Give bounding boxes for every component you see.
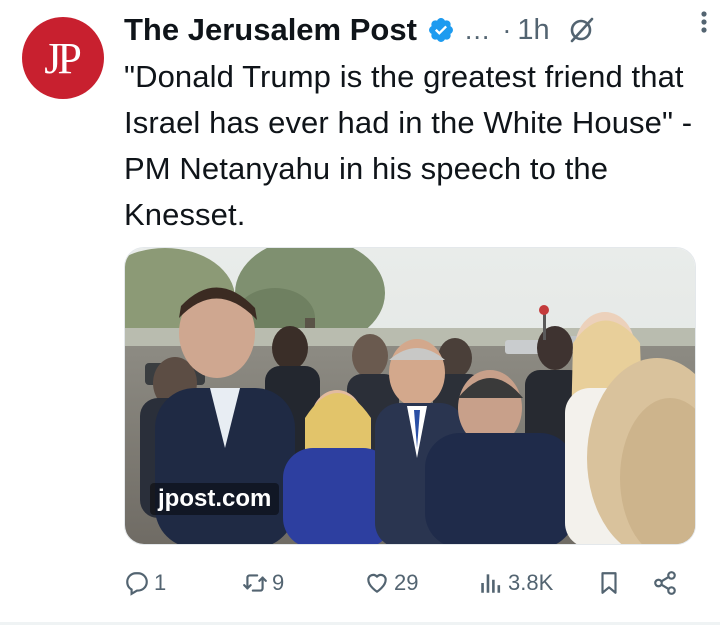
avatar-logo: JP bbox=[44, 33, 82, 83]
author-name[interactable]: The Jerusalem Post bbox=[124, 12, 417, 48]
reply-count: 1 bbox=[154, 570, 167, 595]
share-icon bbox=[652, 570, 678, 596]
views-count: 3.8K bbox=[508, 570, 554, 595]
like-count: 29 bbox=[394, 570, 419, 595]
heart-icon bbox=[364, 570, 390, 596]
verified-badge-icon[interactable] bbox=[427, 16, 455, 44]
like-button[interactable]: 29 bbox=[364, 563, 418, 603]
views-button[interactable]: 3.8K bbox=[478, 563, 553, 603]
timestamp[interactable]: 1h bbox=[517, 14, 549, 47]
reply-button[interactable]: 1 bbox=[124, 563, 166, 603]
views-chart-icon bbox=[478, 570, 504, 596]
grok-icon[interactable] bbox=[566, 15, 596, 45]
tweet-header: The Jerusalem Post ... · 1h bbox=[124, 8, 704, 52]
retweet-icon bbox=[242, 570, 268, 596]
share-button[interactable] bbox=[652, 563, 678, 603]
retweet-count: 9 bbox=[272, 570, 285, 595]
more-options-icon[interactable] bbox=[690, 8, 718, 36]
author-handle[interactable]: ... bbox=[465, 15, 491, 46]
tweet-card[interactable]: JP The Jerusalem Post ... · 1h "Donald T… bbox=[0, 0, 720, 625]
reply-icon bbox=[124, 570, 150, 596]
tweet-text: "Donald Trump is the greatest friend tha… bbox=[124, 59, 693, 232]
separator-dot: · bbox=[502, 14, 512, 45]
media-watermark: jpost.com bbox=[150, 483, 280, 515]
avatar[interactable]: JP bbox=[22, 17, 104, 99]
bookmark-button[interactable] bbox=[596, 563, 622, 603]
retweet-button[interactable]: 9 bbox=[242, 563, 284, 603]
action-bar: 1 9 29 3.8K bbox=[124, 563, 684, 603]
bookmark-icon bbox=[596, 570, 622, 596]
